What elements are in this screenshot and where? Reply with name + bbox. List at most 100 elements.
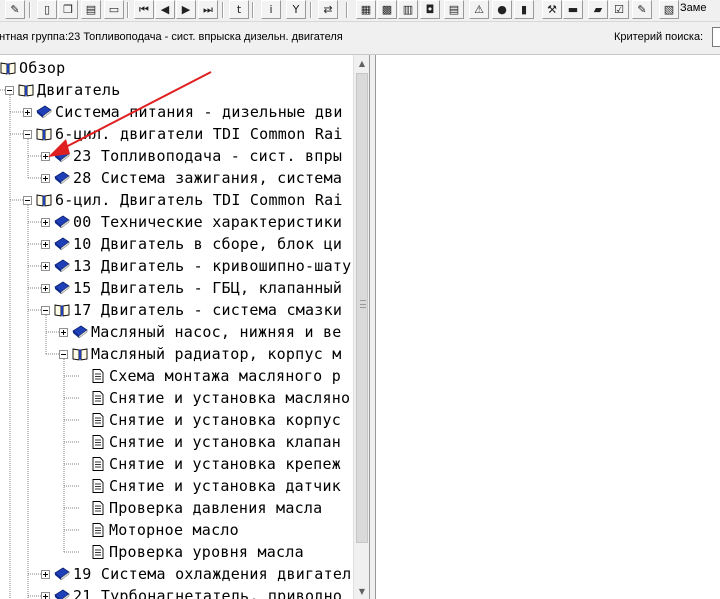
toolbar-separator <box>252 2 254 18</box>
checklist-icon[interactable]: ☑ <box>609 0 629 19</box>
tree-node-label: Проверка давления масла <box>109 499 323 517</box>
expand-icon[interactable] <box>23 107 32 117</box>
collapse-icon[interactable] <box>23 129 32 139</box>
page-icon <box>90 413 109 427</box>
document-icon[interactable]: ▤ <box>444 0 464 19</box>
collapse-icon[interactable] <box>23 195 32 205</box>
tree-node[interactable]: 23 Топливоподача - сист. впры <box>41 145 342 167</box>
tree-node[interactable]: Моторное масло <box>77 519 239 541</box>
swap-icon[interactable]: ⇄ <box>318 0 338 19</box>
expand-icon[interactable] <box>41 569 50 579</box>
expand-icon[interactable] <box>41 173 50 183</box>
tree-node[interactable]: 19 Система охлаждения двигател <box>41 563 351 585</box>
grid-icon[interactable]: ▩ <box>377 0 397 19</box>
expand-icon[interactable] <box>41 283 50 293</box>
tree-node[interactable]: Обзор <box>0 57 65 79</box>
tree-node[interactable]: 6-цил. двигатели TDI Common Rai <box>23 123 343 145</box>
tree-node[interactable]: Снятие и установка датчик <box>77 475 341 497</box>
toolbar-right-label: Заме <box>680 2 707 14</box>
gift-icon[interactable]: ◘ <box>420 0 440 19</box>
info-icon[interactable]: i <box>261 0 281 19</box>
tree-node[interactable]: 17 Двигатель - система смазки <box>41 299 342 321</box>
database-icon[interactable]: ▮ <box>514 0 534 19</box>
expand-icon[interactable] <box>41 261 50 271</box>
scrollbar-thumb[interactable] <box>356 73 368 543</box>
tree-vertical-scrollbar[interactable]: ▲ ▼ <box>353 55 369 599</box>
toolbar-separator <box>222 2 224 18</box>
tree-node[interactable]: Снятие и установка клапан <box>77 431 341 453</box>
notes-icon[interactable]: ✎ <box>632 0 652 19</box>
toolbar-separator <box>310 2 312 18</box>
tree-node[interactable]: Масляный насос, нижняя и ве <box>59 321 342 343</box>
scroll-down-arrow-icon[interactable]: ▼ <box>354 583 369 599</box>
tree-node[interactable]: 21 Турбонагнетатель, приводно <box>41 585 342 599</box>
last-icon[interactable]: ⏭ <box>198 0 218 19</box>
tree-node-label: 19 Система охлаждения двигател <box>73 565 352 583</box>
next-icon[interactable]: ▶ <box>176 0 196 19</box>
page-icon <box>90 523 109 537</box>
tree-node-label: Снятие и установка масляно <box>109 389 351 407</box>
eraser-icon[interactable]: ✎ <box>5 0 25 19</box>
tree-pane: Обзор Двигатель Система питания - дизельны… <box>0 55 370 599</box>
expand-icon[interactable] <box>41 151 50 161</box>
closed-book-icon <box>54 589 73 599</box>
expand-icon[interactable] <box>59 327 68 337</box>
collapse-icon[interactable] <box>5 85 14 95</box>
tree-node-label: Снятие и установка клапан <box>109 433 342 451</box>
truck-icon[interactable]: ▰ <box>588 0 608 19</box>
go-to-icon[interactable]: t <box>229 0 249 19</box>
layers-icon[interactable]: ▧ <box>659 0 679 19</box>
collapse-icon[interactable] <box>41 305 50 315</box>
tree-node[interactable]: 13 Двигатель - кривошипно-шату <box>41 255 351 277</box>
tree-node[interactable]: Масляный радиатор, корпус м <box>59 343 342 365</box>
copy-icon[interactable]: ❐ <box>58 0 78 19</box>
search-criteria-input[interactable] <box>712 27 720 47</box>
tree-node-label: Обзор <box>19 59 66 77</box>
tree-node[interactable]: 6-цил. Двигатель TDI Common Rai <box>23 189 343 211</box>
filter-icon[interactable]: Y <box>286 0 306 19</box>
tree-node[interactable]: Снятие и установка корпус <box>77 409 341 431</box>
calculator-icon[interactable]: ▦ <box>356 0 376 19</box>
first-icon[interactable]: ⏮ <box>134 0 154 19</box>
tree-node[interactable]: 10 Двигатель в сборе, блок ци <box>41 233 342 255</box>
tree-node-label: 17 Двигатель - система смазки <box>73 301 343 319</box>
expand-icon[interactable] <box>41 217 50 227</box>
tree-node[interactable]: Проверка уровня масла <box>77 541 304 563</box>
page-icon <box>90 479 109 493</box>
tree-node-label: Схема монтажа масляного р <box>109 367 342 385</box>
warning-icon[interactable]: ⚠ <box>469 0 489 19</box>
expand-icon[interactable] <box>41 591 50 599</box>
print-preview-icon[interactable]: ▤ <box>81 0 101 19</box>
tree-node-label: Двигатель <box>37 81 121 99</box>
tree-node[interactable]: 15 Двигатель - ГБЦ, клапанный <box>41 277 342 299</box>
tree-node-label: Масляный насос, нижняя и ве <box>91 323 342 341</box>
car-green-icon[interactable]: ▬ <box>563 0 583 19</box>
globe-icon[interactable]: ● <box>492 0 512 19</box>
tree-node[interactable]: Система питания - дизельные дви <box>23 101 343 123</box>
tree-node[interactable]: Снятие и установка масляно <box>77 387 350 409</box>
tree-node-label: Моторное масло <box>109 521 239 539</box>
tree-node-label: 28 Система зажигания, система <box>73 169 343 187</box>
expand-icon[interactable] <box>41 239 50 249</box>
tree-node[interactable]: Проверка давления масла <box>77 497 322 519</box>
tree-node[interactable]: 28 Система зажигания, система <box>41 167 342 189</box>
page-icon <box>90 545 109 559</box>
closed-book-icon <box>36 105 55 119</box>
collapse-icon[interactable] <box>59 349 68 359</box>
tree-node[interactable]: Схема монтажа масляного р <box>77 365 341 387</box>
books-icon[interactable]: ▥ <box>398 0 418 19</box>
car-icon[interactable]: ▭ <box>104 0 124 19</box>
previous-icon[interactable]: ◀ <box>155 0 175 19</box>
new-document-icon[interactable]: ▯ <box>37 0 57 19</box>
closed-book-icon <box>54 237 73 251</box>
closed-book-icon <box>72 325 91 339</box>
wrench-icon[interactable]: ⚒ <box>542 0 562 19</box>
tree-node[interactable]: Двигатель <box>5 79 121 101</box>
tree-node[interactable]: 00 Технические характеристики <box>41 211 342 233</box>
scroll-up-arrow-icon[interactable]: ▲ <box>354 55 369 71</box>
tree-node[interactable]: Снятие и установка крепеж <box>77 453 341 475</box>
closed-book-icon <box>54 281 73 295</box>
